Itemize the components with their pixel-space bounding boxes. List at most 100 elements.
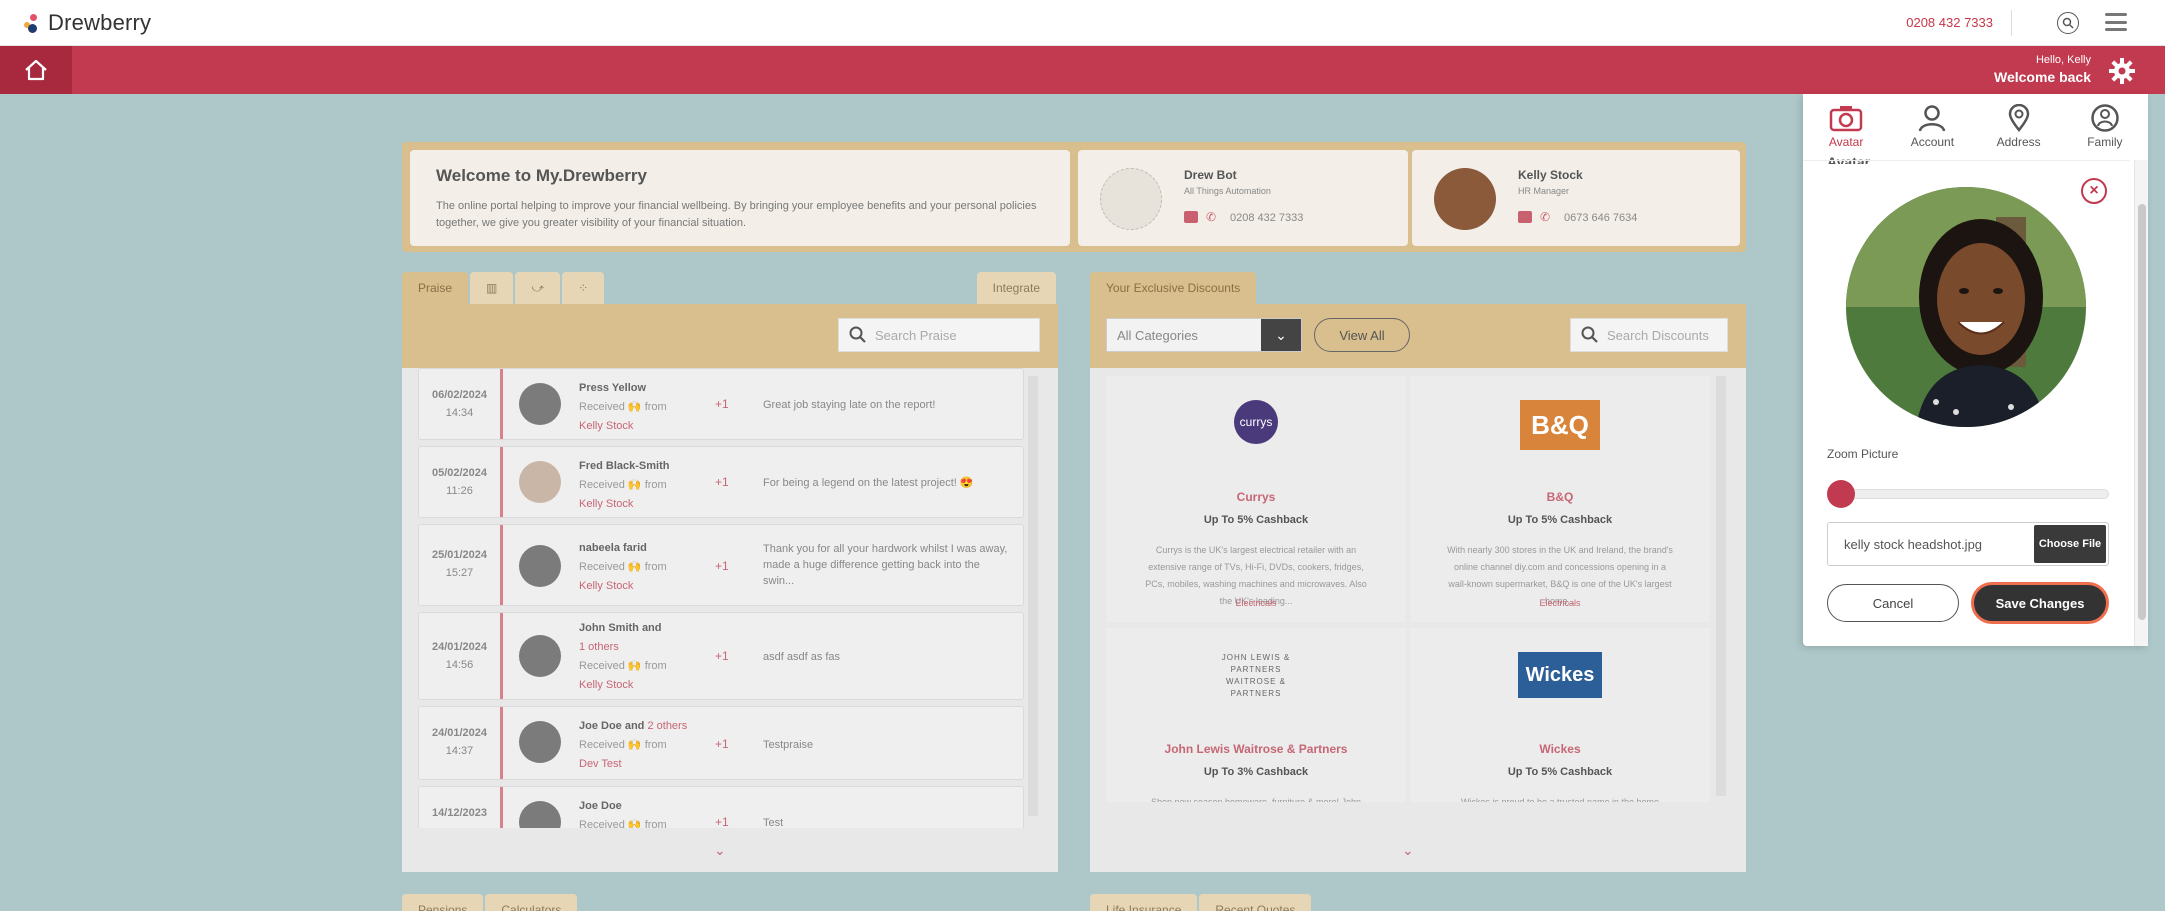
tab-praise[interactable]: Praise <box>402 272 469 304</box>
tab-calculators[interactable]: Calculators <box>485 894 578 911</box>
bottom-left-tabs: Pensions Calculators <box>402 894 579 911</box>
table-row[interactable]: 25/01/2024 15:27 nabeela farid Received 🙌 … <box>418 524 1024 606</box>
file-input[interactable]: kelly stock headshot.jpg Choose File <box>1827 522 2109 566</box>
praise-recipient: Fred Black-Smith Received 🙌 from Kelly Sto… <box>579 460 670 510</box>
greeting-welcome: Welcome back <box>1993 69 2091 85</box>
contact-name: Kelly Stock <box>1518 168 1583 182</box>
table-row[interactable]: 24/01/2024 14:37 Joe Doe and 2 others Rece… <box>418 706 1024 780</box>
phone-icon[interactable]: ✆ <box>1540 210 1550 224</box>
praise-recipient: John Smith and 1 others Received 🙌 from Kel… <box>579 622 667 691</box>
tab-give[interactable]: ⤻ <box>515 272 561 304</box>
discount-cashback: Up To 5% Cashback <box>1507 766 1613 778</box>
table-row[interactable]: 05/02/2024 11:26 Fred Black-Smith Received… <box>418 446 1024 518</box>
main-nav-bar: Hello, Kelly Welcome back <box>0 46 2165 94</box>
tab-leaderboard[interactable]: ▥ <box>470 272 514 304</box>
logo-dots-icon <box>24 12 44 34</box>
discount-card-bq[interactable]: B&Q B&Q Up To 5% Cashback With nearly 30… <box>1410 376 1710 622</box>
discounts-search-placeholder: Search Discounts <box>1607 327 1709 343</box>
file-name: kelly stock headshot.jpg <box>1844 537 1983 552</box>
zoom-slider-thumb[interactable] <box>1827 480 1855 508</box>
discount-card-wickes[interactable]: Wickes Wickes Up To 5% Cashback Wickes i… <box>1410 628 1710 802</box>
profile-panel: Avatar Account Address Family Avatar × Z… <box>1803 94 2148 646</box>
praise-message: Thank you for all your hardwork whilst I… <box>763 543 1008 587</box>
tabs-divider <box>1803 160 2130 161</box>
tab-discounts[interactable]: Your Exclusive Discounts <box>1090 272 1257 304</box>
tab-avatar[interactable]: Avatar <box>1803 94 1889 160</box>
praise-search-input[interactable]: Search Praise <box>838 318 1040 352</box>
welcome-body: The online portal helping to improve you… <box>436 200 1037 229</box>
zoom-slider-track[interactable] <box>1839 489 2109 499</box>
discount-card-john-lewis[interactable]: JOHN LEWIS & PARTNERS WAITROSE & PARTNER… <box>1106 628 1406 802</box>
discount-card-currys[interactable]: currys Currys Up To 5% Cashback Currys i… <box>1106 376 1406 622</box>
tab-life-insurance[interactable]: Life Insurance <box>1090 894 1198 911</box>
chevron-down-icon[interactable]: ⌄ <box>1261 319 1301 351</box>
view-all-button[interactable]: View All <box>1314 318 1410 352</box>
praise-scrollbar[interactable] <box>1028 376 1038 816</box>
cancel-button[interactable]: Cancel <box>1827 584 1959 622</box>
tab-recent-quotes[interactable]: Recent Quotes <box>1199 894 1312 911</box>
close-icon[interactable]: × <box>2081 178 2107 204</box>
table-row[interactable]: 06/02/2024 14:34 Press Yellow Received 🙌 f… <box>418 368 1024 440</box>
contact-phone[interactable]: 0673 646 7634 <box>1564 212 1637 224</box>
search-icon <box>1581 326 1598 343</box>
currys-logo: currys <box>1234 400 1278 444</box>
contact-phone[interactable]: 0208 432 7333 <box>1230 212 1303 224</box>
welcome-title: Welcome to My.Drewberry <box>436 166 647 185</box>
scrollbar-thumb[interactable] <box>2138 204 2146 620</box>
header-phone-link[interactable]: 0208 432 7333 <box>1906 15 1993 30</box>
header-divider <box>2011 10 2012 36</box>
search-icon[interactable] <box>2057 12 2079 34</box>
wickes-logo: Wickes <box>1518 652 1602 698</box>
praise-date: 06/02/2024 14:34 <box>419 369 503 439</box>
family-icon <box>2091 104 2119 132</box>
discount-brand: Wickes <box>1539 742 1581 756</box>
home-button[interactable] <box>0 46 72 94</box>
avatar <box>519 461 561 503</box>
praise-list[interactable]: 06/02/2024 14:34 Press Yellow Received 🙌 f… <box>418 368 1024 828</box>
discount-category[interactable]: Electricals <box>1106 598 1406 608</box>
praise-recipient: Joe Doe Received 🙌 from <box>579 800 667 828</box>
panel-scrollbar[interactable] <box>2134 160 2148 646</box>
tab-family[interactable]: Family <box>2062 94 2148 160</box>
discount-cashback: Up To 3% Cashback <box>1203 766 1309 778</box>
bottom-right-tabs: Life Insurance Recent Quotes <box>1090 894 1313 911</box>
john-lewis-logo: JOHN LEWIS & PARTNERS WAITROSE & PARTNER… <box>1221 653 1291 698</box>
avatar-preview <box>1846 187 2086 427</box>
gear-icon[interactable] <box>2109 58 2135 84</box>
zoom-label: Zoom Picture <box>1827 447 1899 461</box>
home-icon <box>25 59 47 81</box>
section-title: Avatar <box>1827 154 1871 164</box>
contact-role: HR Manager <box>1518 186 1570 196</box>
contact-name: Drew Bot <box>1184 168 1237 182</box>
integrate-tab[interactable]: Integrate <box>976 272 1056 304</box>
praise-date: 25/01/2024 15:27 <box>419 525 503 605</box>
contact-card-drew-bot: Drew Bot All Things Automation ✆ 0208 43… <box>1078 150 1408 246</box>
discount-category[interactable]: Electricals <box>1410 598 1710 608</box>
camera-icon <box>1829 106 1863 132</box>
table-row[interactable]: 24/01/2024 14:56 John Smith and 1 others Re… <box>418 612 1024 700</box>
email-icon[interactable] <box>1184 211 1198 223</box>
menu-icon[interactable] <box>2105 13 2127 31</box>
choose-file-button[interactable]: Choose File <box>2034 525 2106 563</box>
chevron-down-icon[interactable]: ⌄ <box>714 842 726 859</box>
search-icon <box>849 326 866 343</box>
tab-network[interactable]: ⁘ <box>562 272 605 304</box>
discounts-tabs: Your Exclusive Discounts <box>1090 272 1258 304</box>
email-icon[interactable] <box>1518 211 1532 223</box>
praise-points: +1 <box>715 559 729 573</box>
tab-pensions[interactable]: Pensions <box>402 894 484 911</box>
avatar <box>519 721 561 763</box>
discount-description: Shop new season homeware, furniture & mo… <box>1150 797 1362 802</box>
chevron-down-icon[interactable]: ⌄ <box>1402 842 1414 859</box>
discounts-scrollbar[interactable] <box>1716 376 1726 796</box>
table-row[interactable]: 14/12/2023 Joe Doe Received 🙌 from +1 Tes… <box>418 786 1024 828</box>
drewberry-logo[interactable]: Drewberry <box>24 10 151 36</box>
praise-message: asdf asdf as fas <box>763 651 841 663</box>
phone-icon[interactable]: ✆ <box>1206 210 1216 224</box>
discounts-search-input[interactable]: Search Discounts <box>1570 318 1728 352</box>
category-select[interactable]: All Categories ⌄ <box>1106 318 1302 352</box>
save-changes-button[interactable]: Save Changes <box>1971 582 2109 624</box>
tab-account[interactable]: Account <box>1889 94 1975 160</box>
tab-address[interactable]: Address <box>1976 94 2062 160</box>
avatar <box>519 801 561 828</box>
